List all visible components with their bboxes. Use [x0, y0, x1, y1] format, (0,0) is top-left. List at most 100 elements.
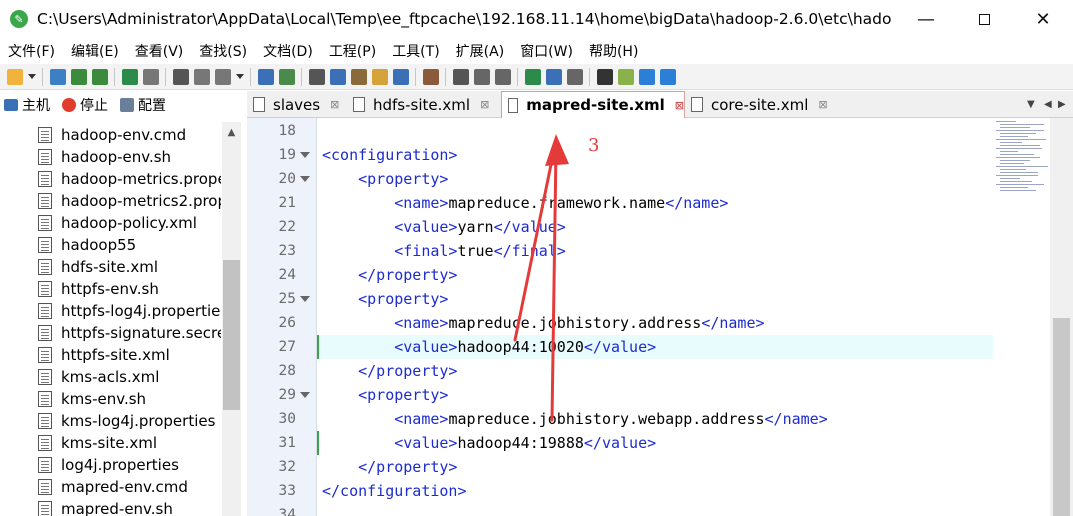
file-tree-item[interactable]: mapred-env.sh — [38, 498, 221, 516]
find-icon[interactable] — [308, 68, 325, 85]
fold-toggle-icon[interactable] — [300, 296, 310, 302]
menu-item[interactable]: 查看(V) — [135, 41, 184, 61]
file-tree-item[interactable]: hadoop-policy.xml — [38, 212, 221, 234]
fold-toggle-icon[interactable] — [300, 152, 310, 158]
file-icon — [38, 215, 52, 231]
edit-icon[interactable] — [329, 68, 346, 85]
tab-slaves[interactable]: slaves ⊠ — [247, 91, 347, 118]
menu-item[interactable]: 帮助(H) — [589, 41, 638, 61]
tab-close-icon[interactable]: ⊠ — [818, 98, 827, 111]
copy-icon[interactable] — [193, 68, 210, 85]
save-all-icon[interactable] — [91, 68, 108, 85]
browser-icon[interactable] — [638, 68, 655, 85]
scroll-up-icon[interactable]: ▲ — [222, 122, 241, 142]
cog3-icon[interactable] — [494, 68, 511, 85]
panel2-icon[interactable] — [566, 68, 583, 85]
cog-icon[interactable] — [452, 68, 469, 85]
toolbar-separator — [301, 67, 302, 86]
find-in-files-icon[interactable] — [371, 68, 388, 85]
image-icon[interactable] — [392, 68, 409, 85]
menu-item[interactable]: 工程(P) — [329, 41, 376, 61]
file-tree-item[interactable]: hadoop-metrics2.properties — [38, 190, 221, 212]
chart-icon[interactable] — [422, 68, 439, 85]
config-button[interactable]: 配置 — [120, 95, 166, 115]
menu-item[interactable]: 工具(T) — [392, 41, 439, 61]
line-number: 18 — [278, 123, 296, 139]
minimap[interactable] — [996, 118, 1050, 198]
undo-icon[interactable] — [121, 68, 138, 85]
file-tree-item[interactable]: kms-env.sh — [38, 388, 221, 410]
grid-icon[interactable] — [617, 68, 634, 85]
spellcheck-icon[interactable] — [350, 68, 367, 85]
help-icon[interactable] — [659, 68, 676, 85]
file-tree-item[interactable]: hadoop-env.cmd — [38, 124, 221, 146]
paste-icon[interactable] — [214, 68, 231, 85]
new-file-icon[interactable] — [6, 68, 23, 85]
file-tree-item[interactable]: httpfs-log4j.properties — [38, 300, 221, 322]
file-tree-scrollbar[interactable]: ▲ — [222, 122, 241, 516]
menu-item[interactable]: 编辑(E) — [71, 41, 119, 61]
host-button[interactable]: 主机 — [4, 95, 50, 115]
minimize-button[interactable]: — — [897, 0, 955, 38]
tab-hdfs-site-xml[interactable]: hdfs-site.xml ⊠ — [347, 91, 501, 118]
fold-toggle-icon[interactable] — [300, 392, 310, 398]
code-text: </property> — [322, 359, 457, 383]
menu-item[interactable]: 查找(S) — [199, 41, 247, 61]
menu-item[interactable]: 文档(D) — [263, 41, 313, 61]
file-tree-item[interactable]: kms-acls.xml — [38, 366, 221, 388]
file-tree-item[interactable]: httpfs-env.sh — [38, 278, 221, 300]
panel-icon[interactable] — [545, 68, 562, 85]
menu-item[interactable]: 扩展(A) — [456, 41, 505, 61]
cut-icon[interactable] — [172, 68, 189, 85]
menu-item[interactable]: 窗口(W) — [520, 41, 573, 61]
code-editor[interactable]: 18 19 <configuration> 20 <property> 21 <name… — [247, 118, 1073, 516]
minimap-line — [1000, 172, 1038, 173]
cog2-icon[interactable] — [473, 68, 490, 85]
tab-core-site-xml[interactable]: core-site.xml ⊠ — [685, 91, 855, 118]
file-tree-item[interactable]: hadoop55 — [38, 234, 221, 256]
open-icon[interactable] — [49, 68, 66, 85]
stop-button[interactable]: 停止 — [62, 95, 108, 115]
xml-tag: <configuration> — [322, 146, 458, 164]
tab-mapred-site-xml[interactable]: mapred-site.xml ⊠ — [501, 91, 685, 118]
file-icon — [38, 325, 52, 341]
code-line[interactable] — [247, 503, 993, 516]
line-number: 22 — [278, 219, 296, 235]
file-tree-item[interactable]: hdfs-site.xml — [38, 256, 221, 278]
tab-close-icon[interactable]: ⊠ — [675, 99, 684, 112]
file-tree-item[interactable]: kms-log4j.properties — [38, 410, 221, 432]
save-icon[interactable] — [70, 68, 87, 85]
xml-tag: </property> — [358, 362, 458, 380]
fold-toggle-icon[interactable] — [300, 176, 310, 182]
tab-close-icon[interactable]: ⊠ — [330, 98, 339, 111]
list-icon[interactable] — [257, 68, 274, 85]
dropdown-icon[interactable] — [27, 73, 36, 80]
tab-next-icon[interactable]: ▶ — [1058, 91, 1066, 118]
file-tree-item[interactable]: log4j.properties — [38, 454, 221, 476]
dropdown-icon[interactable] — [235, 73, 244, 80]
terminal-icon[interactable] — [596, 68, 613, 85]
file-tree-item[interactable]: httpfs-site.xml — [38, 344, 221, 366]
tab-close-icon[interactable]: ⊠ — [480, 98, 489, 111]
file-tree-item[interactable]: hadoop-metrics.properties — [38, 168, 221, 190]
scrollbar-thumb[interactable] — [1053, 318, 1070, 516]
file-name: mapred-env.sh — [61, 500, 173, 516]
code-text: <value>hadoop44:10020</value> — [322, 335, 656, 359]
tab-list-dropdown-icon[interactable]: ▼ — [1027, 91, 1035, 118]
maximize-button[interactable] — [955, 0, 1013, 38]
file-tree-item[interactable]: httpfs-signature.secret — [38, 322, 221, 344]
editor-scrollbar[interactable] — [1050, 118, 1073, 516]
file-tree-item[interactable]: hadoop-env.sh — [38, 146, 221, 168]
menu-item[interactable]: 文件(F) — [8, 41, 55, 61]
tree-icon[interactable] — [524, 68, 541, 85]
file-tree-item[interactable]: mapred-env.cmd — [38, 476, 221, 498]
format-icon[interactable] — [278, 68, 295, 85]
close-button[interactable]: ✕ — [1014, 0, 1072, 38]
code-line[interactable] — [247, 119, 993, 143]
redo-icon[interactable] — [142, 68, 159, 85]
scrollbar-thumb[interactable] — [223, 260, 240, 410]
file-tree-item[interactable]: kms-site.xml — [38, 432, 221, 454]
line-number: 20 — [278, 171, 296, 187]
toolbar-separator — [415, 67, 416, 86]
tab-prev-icon[interactable]: ◀ — [1044, 91, 1052, 118]
